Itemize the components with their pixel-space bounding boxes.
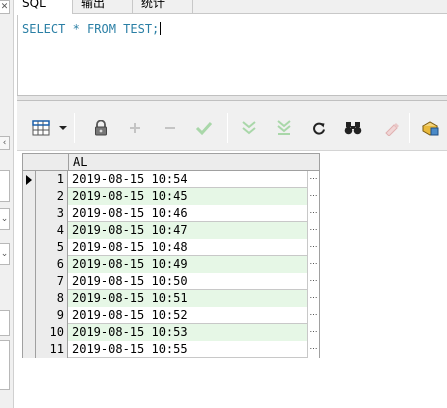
cell-edit-button[interactable]: … [307,273,320,290]
row-indicator[interactable] [22,307,36,324]
dropdown-arrow-icon[interactable] [57,118,69,138]
row-number: 2 [36,188,68,205]
export-icon[interactable] [419,118,441,138]
table-row[interactable]: 4 2019-08-15 10:47… [22,222,320,239]
delete-record-icon[interactable] [159,118,181,138]
grid-body: 1 2019-08-15 10:54… 2 2019-08-15 10:45… 3 201… [22,171,320,358]
row-number: 10 [36,324,68,341]
row-indicator[interactable] [22,273,36,290]
row-indicator[interactable] [22,222,36,239]
add-record-icon[interactable] [124,118,146,138]
table-row[interactable]: 2 2019-08-15 10:45… [22,188,320,205]
cell-al[interactable]: 2019-08-15 10:45 [68,188,307,205]
row-indicator[interactable] [22,324,36,341]
result-tabs: SQL 输出 统计 [14,0,447,14]
chevron-down-icon[interactable]: ⌄ [0,208,10,230]
cell-edit-button[interactable]: … [307,188,320,205]
tab-output[interactable]: 输出 [73,0,133,14]
cell-edit-button[interactable]: … [307,171,320,188]
cell-al[interactable]: 2019-08-15 10:53 [68,324,307,341]
find-binoculars-icon[interactable] [342,118,364,138]
cell-edit-button[interactable]: … [307,222,320,239]
current-row-pointer-icon [26,175,32,185]
column-header-al[interactable]: AL [73,155,87,169]
tab-sql[interactable]: SQL [14,0,73,14]
table-row[interactable]: 5 2019-08-15 10:48… [22,239,320,256]
cell-edit-button[interactable]: … [307,239,320,256]
row-number: 6 [36,256,68,273]
cell-edit-button[interactable]: … [307,256,320,273]
lock-icon[interactable] [90,118,112,138]
table-row[interactable]: 3 2019-08-15 10:46… [22,205,320,222]
fetch-last-page-icon[interactable] [273,118,295,138]
grid-select-icon[interactable] [30,118,52,138]
table-row[interactable]: 7 2019-08-15 10:50… [22,273,320,290]
cell-edit-button[interactable]: … [307,324,320,341]
left-panel-edge: ✕ ‹ ⌄ ⌄ [0,0,14,408]
cell-edit-button[interactable]: … [307,290,320,307]
row-number: 5 [36,239,68,256]
toolbar-separator [74,113,75,143]
cell-al[interactable]: 2019-08-15 10:54 [68,171,307,188]
row-indicator[interactable] [22,171,36,188]
cell-edit-button[interactable]: … [307,205,320,222]
row-indicator[interactable] [22,341,36,358]
grid-toolbar [17,101,447,151]
post-changes-icon[interactable] [193,118,215,138]
clear-filter-icon[interactable] [380,118,402,138]
cell-edit-button[interactable]: … [307,307,320,324]
cell-al[interactable]: 2019-08-15 10:55 [68,341,307,358]
sql-text: SELECT * FROM TEST; [22,22,162,36]
row-indicator[interactable] [22,239,36,256]
row-number: 11 [36,341,68,358]
row-number: 9 [36,307,68,324]
left-field-2[interactable] [0,310,10,336]
cell-al[interactable]: 2019-08-15 10:46 [68,205,307,222]
toolbar-separator [227,113,228,143]
left-field-3[interactable] [0,340,10,390]
table-row[interactable]: 6 2019-08-15 10:49… [22,256,320,273]
row-indicator[interactable] [22,290,36,307]
result-grid: AL 1 2019-08-15 10:54… 2 2019-08-15 10:45… 3… [22,153,320,358]
row-indicator[interactable] [22,188,36,205]
cell-al[interactable]: 2019-08-15 10:51 [68,290,307,307]
toolbar-separator [409,113,410,143]
close-icon[interactable]: ✕ [0,0,10,14]
table-row[interactable]: 10 2019-08-15 10:53… [22,324,320,341]
left-field-1[interactable] [0,170,10,202]
grid-header: AL [22,153,320,171]
table-row[interactable]: 11 2019-08-15 10:55… [22,341,320,358]
row-number: 8 [36,290,68,307]
row-indicator[interactable] [22,205,36,222]
table-row[interactable]: 1 2019-08-15 10:54… [22,171,320,188]
row-number: 3 [36,205,68,222]
tab-statistics[interactable]: 统计 [133,0,193,14]
row-indicator[interactable] [22,256,36,273]
cell-al[interactable]: 2019-08-15 10:47 [68,222,307,239]
header-corner[interactable] [23,154,69,170]
row-number: 7 [36,273,68,290]
collapse-left-icon[interactable]: ‹ [0,136,10,150]
cell-al[interactable]: 2019-08-15 10:50 [68,273,307,290]
sql-editor[interactable]: SELECT * FROM TEST; [17,15,447,95]
cell-al[interactable]: 2019-08-15 10:49 [68,256,307,273]
refresh-icon[interactable] [308,118,330,138]
chevron-down-icon[interactable]: ⌄ [0,243,10,265]
text-cursor [160,22,162,35]
cell-edit-button[interactable]: … [307,341,320,358]
table-row[interactable]: 9 2019-08-15 10:52… [22,307,320,324]
row-number: 4 [36,222,68,239]
cell-al[interactable]: 2019-08-15 10:48 [68,239,307,256]
table-row[interactable]: 8 2019-08-15 10:51… [22,290,320,307]
row-number: 1 [36,171,68,188]
cell-al[interactable]: 2019-08-15 10:52 [68,307,307,324]
fetch-next-page-icon[interactable] [238,118,260,138]
